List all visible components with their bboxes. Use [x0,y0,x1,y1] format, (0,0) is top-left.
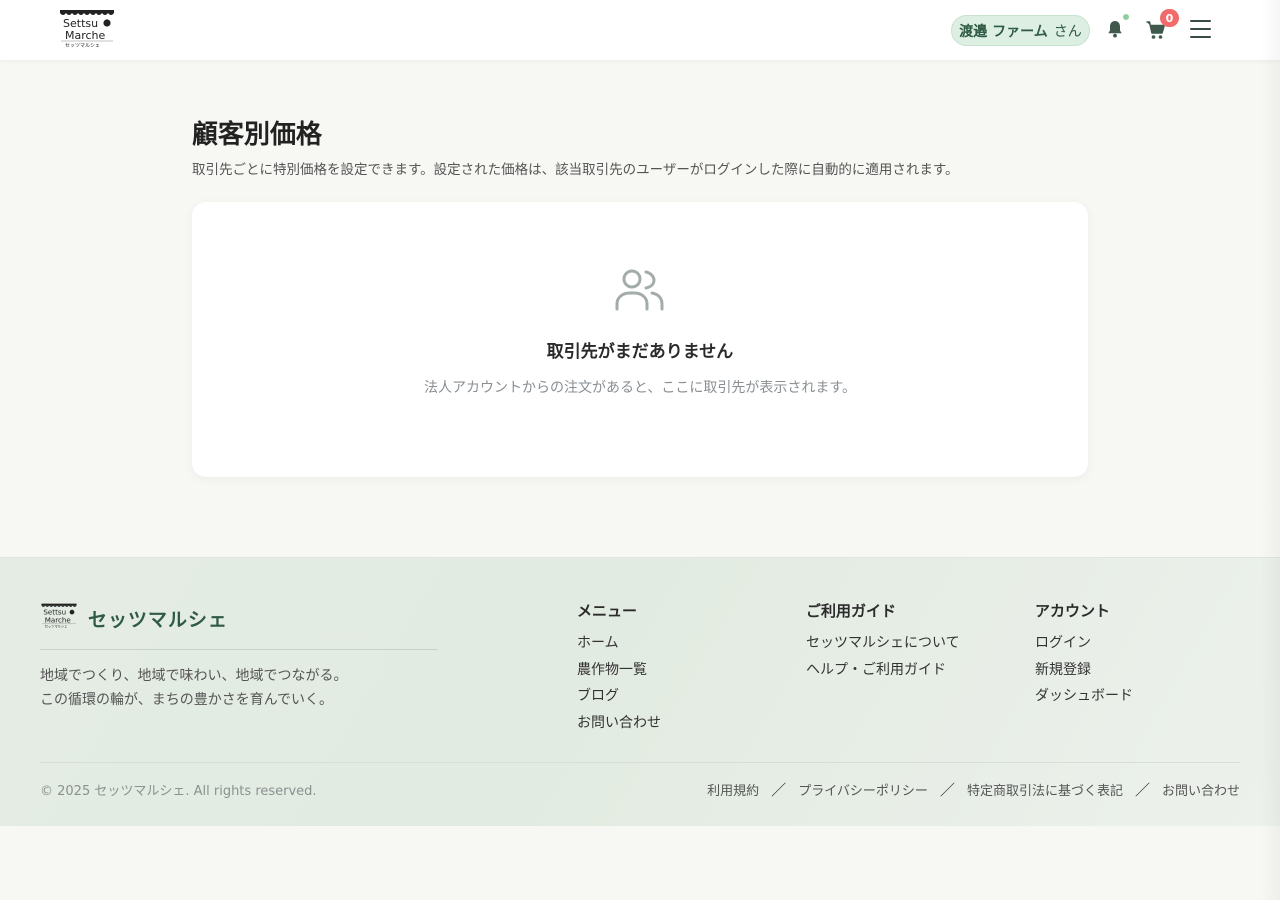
footer-legal-separator: ／ [939,781,955,799]
footer-link-contact-legal[interactable]: お問い合わせ [1162,780,1240,799]
footer-divider [40,762,1240,763]
footer-tagline-line-1: 地域でつくり、地域で味わい、地域でつながる。 [40,668,348,684]
user-suffix: さん [1053,23,1082,40]
site-footer: Settsu Marche セッツマルシェ セッツマルシェ 地域でつくり、地域で… [0,557,1280,826]
footer-legal-separator: ／ [1134,781,1150,799]
footer-tagline: 地域でつくり、地域で味わい、地域でつながる。 この循環の輪が、まちの豊かさを育ん… [40,664,347,712]
footer-legal-separator: ／ [771,781,787,799]
footer-menu-column: メニュー ホーム 農作物一覧 ブログ お問い合わせ [577,600,661,736]
footer-copyright: © 2025 セッツマルシェ. All rights reserved. [40,784,317,799]
empty-state-description: 法人アカウントからの注文があると、ここに取引先が表示されます。 [423,380,857,396]
footer-link-about[interactable]: セッツマルシェについて [806,630,960,657]
footer-link-privacy[interactable]: プライバシーポリシー [798,780,928,799]
empty-state-card: 取引先がまだありません 法人アカウントからの注文があると、ここに取引先が表示され… [192,202,1088,477]
footer-brand: セッツマルシェ [88,609,229,631]
cart-count-badge: 0 [1160,9,1179,27]
footer-logo[interactable]: Settsu Marche セッツマルシェ [40,603,78,629]
footer-menu-heading: メニュー [577,602,638,620]
footer-link-help[interactable]: ヘルプ・ご利用ガイド [806,657,960,684]
footer-guide-heading: ご利用ガイド [806,602,897,620]
svg-text:セッツマルシェ: セッツマルシェ [65,43,100,49]
bell-icon[interactable] [1105,19,1125,39]
footer-link-dashboard[interactable]: ダッシュボード [1035,683,1133,710]
footer-link-contact[interactable]: お問い合わせ [577,710,661,737]
user-name-badge[interactable]: 渡邉 ファーム さん [951,15,1090,46]
footer-account-column: アカウント ログイン 新規登録 ダッシュボード [1035,600,1133,710]
site-logo[interactable]: Settsu Marche セッツマルシェ [59,9,115,49]
users-icon [614,268,666,312]
site-header: Settsu Marche セッツマルシェ 渡邉 ファーム さん 0 [0,0,1280,60]
page-description: 取引先ごとに特別価格を設定できます。設定された価格は、該当取引先のユーザーがログ… [192,162,959,178]
footer-guide-column: ご利用ガイド セッツマルシェについて ヘルプ・ご利用ガイド [806,600,960,683]
empty-state-title: 取引先がまだありません [546,342,734,362]
footer-tagline-line-2: この循環の輪が、まちの豊かさを育んでいく。 [40,692,334,708]
svg-text:Marche: Marche [65,29,106,42]
notification-dot [1123,14,1129,20]
footer-link-home[interactable]: ホーム [577,630,661,657]
footer-link-login[interactable]: ログイン [1035,630,1133,657]
svg-text:Marche: Marche [45,616,71,625]
footer-link-commerce-law[interactable]: 特定商取引法に基づく表記 [967,780,1123,799]
footer-link-terms[interactable]: 利用規約 [707,780,759,799]
footer-account-heading: アカウント [1035,602,1111,620]
footer-link-register[interactable]: 新規登録 [1035,657,1133,684]
page-title: 顧客別価格 [192,120,323,150]
svg-text:セッツマルシェ: セッツマルシェ [45,624,68,629]
footer-link-blog[interactable]: ブログ [577,683,661,710]
hamburger-icon[interactable] [1190,20,1212,40]
user-name: 渡邉 ファーム [959,23,1048,40]
footer-brand-divider [40,649,438,650]
footer-legal-links: 利用規約 ／ プライバシーポリシー ／ 特定商取引法に基づく表記 ／ お問い合わ… [707,779,1240,800]
footer-link-products[interactable]: 農作物一覧 [577,657,661,684]
